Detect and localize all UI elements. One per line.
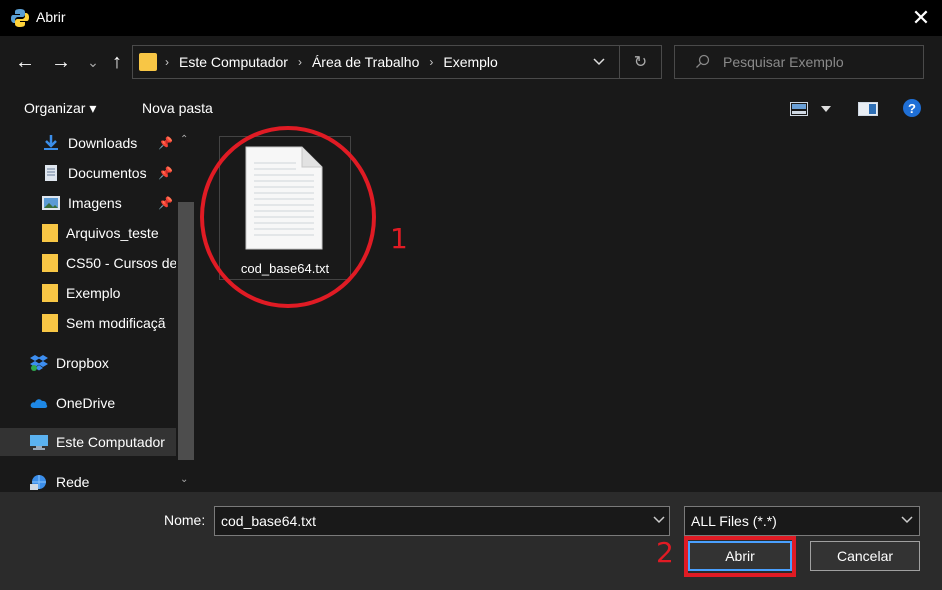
sidebar-item-label: Este Computador — [56, 434, 165, 450]
sidebar-item-label: Arquivos_teste — [66, 225, 159, 241]
document-icon — [45, 165, 57, 181]
close-icon[interactable]: ✕ — [900, 0, 942, 36]
folder-icon — [42, 284, 58, 302]
file-name-combobox[interactable] — [214, 506, 670, 536]
sidebar-item-imagens[interactable]: Imagens — [0, 189, 176, 217]
network-icon — [30, 475, 46, 490]
python-app-icon — [11, 9, 29, 27]
annotation-marker-1: 1 — [390, 222, 408, 255]
sidebar-item-dropbox[interactable]: Dropbox — [0, 349, 176, 377]
window-title: Abrir — [36, 9, 66, 25]
scroll-down-arrow-icon[interactable]: ⌄ — [180, 474, 188, 485]
forward-arrow-icon[interactable]: → — [50, 50, 72, 74]
cancel-button[interactable]: Cancelar — [810, 541, 920, 571]
navigation-bar: ← → ⌄ ↑ › Este Computador › Área de Trab… — [0, 36, 942, 90]
navigation-pane: Downloads 📌 Documentos 📌 Imagens 📌 Arqui… — [0, 128, 196, 492]
sidebar-item-rede[interactable]: Rede — [0, 468, 176, 492]
scrollbar-thumb[interactable] — [178, 202, 194, 460]
sidebar-item-documentos[interactable]: Documentos — [0, 159, 176, 187]
view-dropdown-chevron-icon[interactable] — [821, 106, 831, 112]
sidebar-item-label: Downloads — [68, 135, 138, 151]
sidebar-scrollbar[interactable]: ⌃ ⌄ — [176, 128, 196, 492]
annotation-marker-2: 2 — [656, 536, 674, 569]
breadcrumb-separator[interactable]: › — [429, 55, 433, 69]
pin-icon[interactable]: 📌 — [158, 166, 173, 180]
folder-icon — [42, 224, 58, 242]
sidebar-item-exemplo[interactable]: Exemplo — [0, 279, 176, 307]
chevron-down-icon[interactable] — [901, 513, 913, 527]
dialog-footer: Nome: ALL Files (*.*) Abrir Cancelar — [0, 492, 942, 590]
sidebar-item-este-computador[interactable]: Este Computador — [0, 428, 176, 456]
sidebar-item-label: CS50 - Cursos de — [66, 255, 176, 271]
back-arrow-icon[interactable]: ← — [14, 50, 36, 74]
chevron-down-icon[interactable] — [653, 513, 665, 527]
recent-locations-chevron-icon[interactable]: ⌄ — [82, 50, 104, 74]
sidebar-item-label: Exemplo — [66, 285, 121, 301]
dropbox-icon — [30, 355, 48, 371]
pin-icon[interactable]: 📌 — [158, 196, 173, 210]
breadcrumb-area-de-trabalho[interactable]: Área de Trabalho — [312, 54, 419, 70]
sidebar-item-label: Sem modificaçã — [66, 315, 166, 331]
search-icon — [696, 54, 710, 68]
command-toolbar: Organizar ▾ Nova pasta ? — [0, 90, 942, 128]
download-arrow-icon — [44, 135, 58, 150]
title-bar: Abrir ✕ — [0, 0, 942, 36]
search-input[interactable] — [723, 52, 913, 72]
address-dropdown-icon[interactable] — [587, 52, 611, 72]
new-folder-button[interactable]: Nova pasta — [142, 100, 213, 116]
annotation-circle — [200, 126, 376, 308]
sidebar-item-sem-modificacao[interactable]: Sem modificaçã — [0, 309, 176, 337]
folder-icon — [42, 254, 58, 272]
file-name-label: Nome: — [164, 512, 206, 528]
pin-icon[interactable]: 📌 — [158, 136, 173, 150]
breadcrumb-separator[interactable]: › — [165, 55, 169, 69]
breadcrumb-separator[interactable]: › — [298, 55, 302, 69]
file-type-value: ALL Files (*.*) — [691, 513, 777, 529]
search-box[interactable] — [674, 45, 924, 79]
organize-menu-button[interactable]: Organizar ▾ — [24, 100, 96, 117]
breadcrumb: › Este Computador › Área de Trabalho › E… — [165, 54, 498, 70]
folder-icon — [42, 314, 58, 332]
sidebar-item-label: OneDrive — [56, 395, 116, 411]
open-button[interactable]: Abrir — [688, 541, 792, 571]
sidebar-item-label: Documentos — [68, 165, 147, 181]
file-name-input[interactable] — [221, 512, 631, 530]
preview-pane-icon[interactable] — [858, 102, 878, 116]
breadcrumb-exemplo[interactable]: Exemplo — [443, 54, 497, 70]
pictures-icon — [42, 196, 60, 210]
scroll-up-arrow-icon[interactable]: ⌃ — [180, 134, 188, 145]
onedrive-cloud-icon — [30, 399, 48, 408]
sidebar-item-label: Imagens — [68, 195, 122, 211]
file-type-select[interactable]: ALL Files (*.*) — [684, 506, 920, 536]
sidebar-item-cs50[interactable]: CS50 - Cursos de — [0, 249, 176, 277]
sidebar-item-label: Rede — [56, 474, 90, 490]
sidebar-item-downloads[interactable]: Downloads — [0, 129, 176, 157]
sidebar-item-onedrive[interactable]: OneDrive — [0, 389, 176, 417]
folder-icon — [139, 53, 157, 71]
sidebar-item-arquivos-teste[interactable]: Arquivos_teste — [0, 219, 176, 247]
breadcrumb-este-computador[interactable]: Este Computador — [179, 54, 288, 70]
refresh-icon[interactable]: ↻ — [619, 46, 661, 78]
up-arrow-icon[interactable]: ↑ — [106, 50, 128, 74]
help-icon[interactable]: ? — [903, 99, 921, 117]
address-bar[interactable]: › Este Computador › Área de Trabalho › E… — [132, 45, 662, 79]
view-options-icon[interactable] — [790, 102, 808, 116]
computer-icon — [30, 435, 48, 450]
sidebar-item-label: Dropbox — [56, 355, 109, 371]
